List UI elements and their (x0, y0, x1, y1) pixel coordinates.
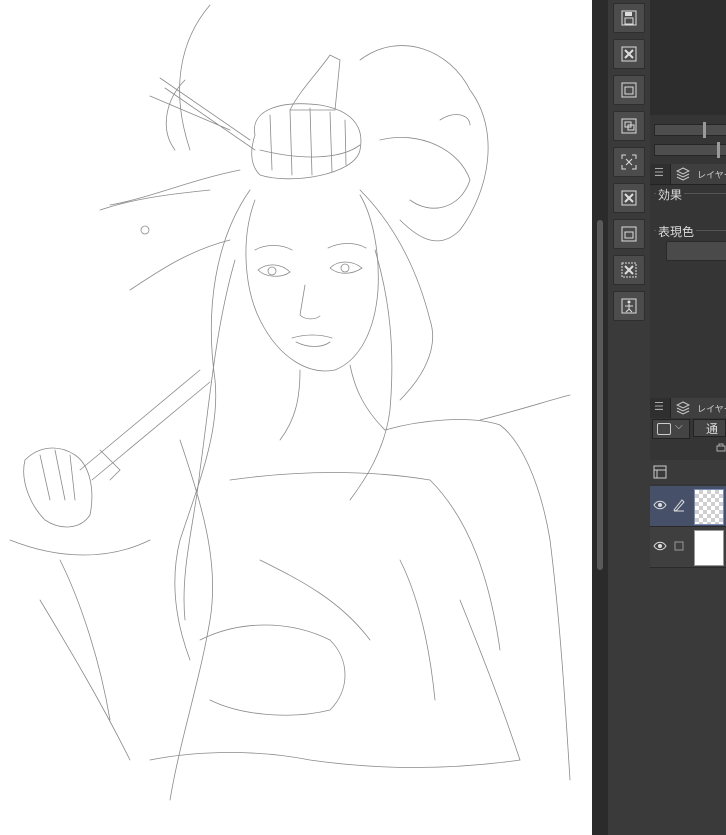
eye-icon[interactable] (653, 541, 667, 551)
tab-layer-property[interactable]: レイヤー (670, 164, 726, 184)
blend-mode-select[interactable]: 通 (693, 419, 726, 437)
opacity-slider[interactable] (654, 122, 726, 138)
tab-layer[interactable]: レイヤー (670, 398, 726, 418)
layer-row[interactable] (650, 527, 726, 568)
invert-selection-icon (621, 262, 637, 278)
effect-label: 効果 (656, 186, 685, 203)
fill-button[interactable] (613, 75, 645, 105)
layer-property-icon (676, 167, 690, 181)
layer-thumbnail (694, 530, 724, 566)
line-art-sketch (9, 4, 571, 801)
transform-button[interactable] (613, 291, 645, 321)
color-panel-area (650, 0, 726, 115)
tab-label: レイヤー (697, 171, 726, 181)
clear-layer-button[interactable] (613, 39, 645, 69)
layer-list-header (650, 460, 726, 484)
expression-color-label: 表現色 (656, 223, 697, 240)
fit-to-screen-icon (621, 154, 637, 170)
fit-to-screen-button[interactable] (613, 147, 645, 177)
right-panel: ☰ レイヤー 効果 表現色 ☰ レイヤー ⌵ 通 (650, 0, 726, 835)
layer-row[interactable] (650, 486, 726, 527)
slider-knob[interactable] (717, 142, 720, 158)
chevron-down-icon: ⌵ (675, 421, 683, 432)
layer-list-empty-area (650, 568, 726, 835)
expression-color-select[interactable] (666, 241, 726, 261)
invert-selection-button[interactable] (613, 255, 645, 285)
command-bar (608, 0, 650, 835)
layer-list-icon[interactable] (653, 465, 667, 479)
drawing-canvas[interactable] (0, 0, 592, 835)
eye-icon[interactable] (653, 500, 667, 510)
transform-icon (621, 298, 637, 314)
tab-label: レイヤー (697, 405, 726, 415)
layer-toolbar: ⌵ 通 (650, 418, 726, 440)
save-button[interactable] (613, 3, 645, 33)
delete-icon (621, 190, 637, 206)
clear-selection-icon (621, 226, 637, 242)
convert-layer-button[interactable] (613, 111, 645, 141)
paper-layer-icon (674, 541, 684, 551)
layer-color-dropdown[interactable]: ⌵ (652, 419, 690, 439)
lock-icon[interactable] (716, 442, 726, 452)
delete-button[interactable] (613, 183, 645, 213)
convert-layer-icon (621, 118, 637, 134)
fill-icon (621, 82, 637, 98)
panel-menu-icon[interactable]: ☰ (654, 401, 664, 412)
scrollbar-thumb[interactable] (597, 220, 603, 570)
layer-panel-tab-strip: ☰ レイヤー (650, 398, 726, 419)
pen-icon (673, 499, 685, 512)
clear-layer-icon (621, 46, 637, 62)
clear-selection-button[interactable] (613, 219, 645, 249)
canvas-vertical-scrollbar[interactable] (592, 0, 608, 835)
panel-menu-icon[interactable]: ☰ (654, 167, 664, 178)
size-slider[interactable] (654, 142, 726, 158)
slider-knob[interactable] (703, 122, 706, 138)
layers-icon (676, 401, 690, 415)
save-icon (621, 10, 637, 26)
layer-color-swatch (657, 423, 671, 435)
layer-property-tab-strip: ☰ レイヤー (650, 164, 726, 185)
layer-thumbnail (694, 489, 724, 525)
